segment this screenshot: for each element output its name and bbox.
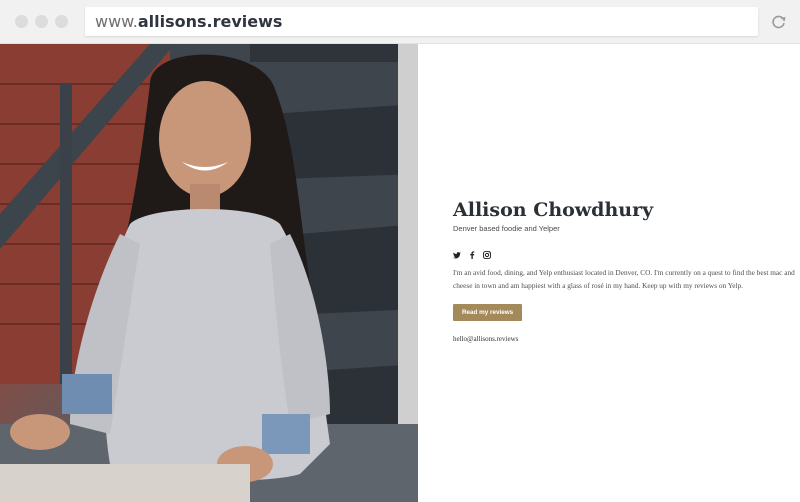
profile-bio: I'm an avid food, dining, and Yelp enthu… bbox=[453, 268, 795, 290]
read-reviews-button[interactable]: Read my reviews bbox=[453, 304, 523, 321]
instagram-icon[interactable] bbox=[483, 246, 491, 259]
window-close-dot[interactable] bbox=[15, 15, 28, 28]
reload-icon[interactable] bbox=[770, 13, 788, 31]
profile-photo bbox=[0, 44, 418, 502]
address-bar[interactable]: www. allisons.reviews bbox=[85, 7, 758, 36]
twitter-icon[interactable] bbox=[453, 246, 461, 259]
contact-email[interactable]: hello@allisons.reviews bbox=[453, 335, 783, 343]
profile-tagline: Denver based foodie and Yelper bbox=[453, 224, 560, 233]
social-links bbox=[453, 246, 783, 259]
profile-name: Allison Chowdhury bbox=[453, 199, 654, 221]
profile-content: Allison Chowdhury Denver based foodie an… bbox=[453, 198, 795, 343]
window-minimize-dot[interactable] bbox=[35, 15, 48, 28]
url-prefix: www. bbox=[95, 12, 138, 31]
facebook-icon[interactable] bbox=[468, 246, 476, 259]
url-host: allisons.reviews bbox=[137, 12, 283, 31]
window-maximize-dot[interactable] bbox=[55, 15, 68, 28]
browser-chrome: www. allisons.reviews bbox=[0, 0, 800, 44]
